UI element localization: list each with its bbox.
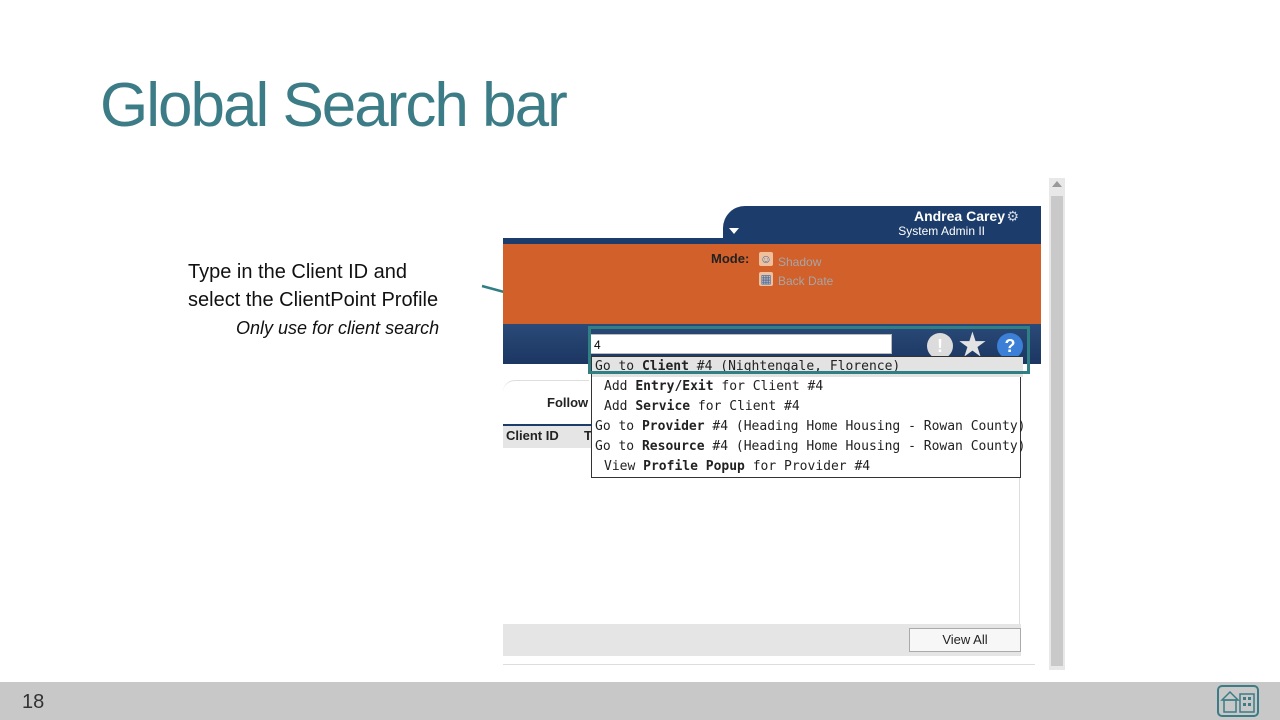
result-detail: #4 (Heading Home Housing - Rowan County) [704, 419, 1026, 434]
user-name[interactable]: Andrea Carey [914, 208, 1005, 224]
scroll-up-icon[interactable] [1052, 181, 1062, 187]
app-screenshot: Andrea Carey ⚙ System Admin II Mode: ☺ S… [503, 178, 1065, 672]
divider [503, 664, 1035, 665]
slide-title: Global Search bar [100, 71, 568, 140]
search-result-item[interactable]: Go to Provider #4 (Heading Home Housing … [592, 417, 1026, 437]
mode-option-shadow[interactable]: Shadow [778, 255, 821, 269]
search-results-dropdown: Go to Client #4 (Nightengale, Florence) A… [591, 356, 1026, 478]
result-detail: for Provider #4 [744, 459, 871, 474]
result-detail: for Client #4 [713, 379, 824, 394]
result-prefix: Add [604, 379, 636, 394]
result-detail: for Client #4 [690, 399, 800, 414]
mode-option-back-date[interactable]: Back Date [778, 274, 833, 288]
shadow-icon[interactable]: ☺ [759, 252, 773, 266]
result-type: Profile Popup [643, 459, 745, 474]
tab-follow[interactable]: Follow [547, 395, 588, 410]
result-type: Provider [641, 419, 705, 434]
result-prefix: Go to [595, 419, 642, 434]
annotation-line-1: Type in the Client ID and [188, 261, 408, 283]
result-type: Entry/Exit [635, 379, 714, 394]
annotation-line-2: select the ClientPoint Profile [188, 289, 439, 311]
housing-logo [1217, 685, 1259, 717]
table-header: Client ID T [503, 424, 593, 448]
column-header-client-id[interactable]: Client ID [506, 428, 559, 443]
chevron-down-icon[interactable] [729, 228, 739, 234]
search-result-item[interactable]: View Profile Popup for Provider #4 [592, 457, 1032, 477]
result-type: Service [635, 399, 691, 414]
calendar-icon[interactable]: ▦ [759, 272, 773, 286]
callout-highlight-box [588, 326, 1030, 374]
tab-strip: Follow [503, 380, 589, 417]
mode-panel: Mode: ☺ Shadow ▦ Back Date [503, 244, 1041, 324]
panel-footer: View All [503, 624, 1021, 656]
annotation: Type in the Client ID and select the Cli… [188, 258, 439, 342]
search-result-item[interactable]: Add Service for Client #4 [592, 397, 1032, 417]
result-prefix: Add [604, 399, 636, 414]
scrollbar[interactable] [1049, 178, 1065, 670]
result-prefix: View [604, 459, 644, 474]
mode-label: Mode: [711, 251, 750, 266]
scrollbar-thumb[interactable] [1051, 196, 1063, 666]
view-all-button[interactable]: View All [909, 628, 1021, 652]
user-role: System Admin II [898, 224, 985, 238]
result-type: Resource [641, 439, 705, 454]
slide-footer: 18 [0, 682, 1280, 720]
search-result-item[interactable]: Add Entry/Exit for Client #4 [592, 377, 1032, 397]
annotation-note: Only use for client search [236, 318, 440, 338]
result-prefix: Go to [595, 439, 642, 454]
page-number: 18 [22, 691, 45, 713]
search-result-item[interactable]: Go to Resource #4 (Heading Home Housing … [592, 437, 1026, 457]
gear-icon[interactable]: ⚙ [1006, 208, 1019, 225]
result-detail: #4 (Heading Home Housing - Rowan County) [704, 439, 1026, 454]
